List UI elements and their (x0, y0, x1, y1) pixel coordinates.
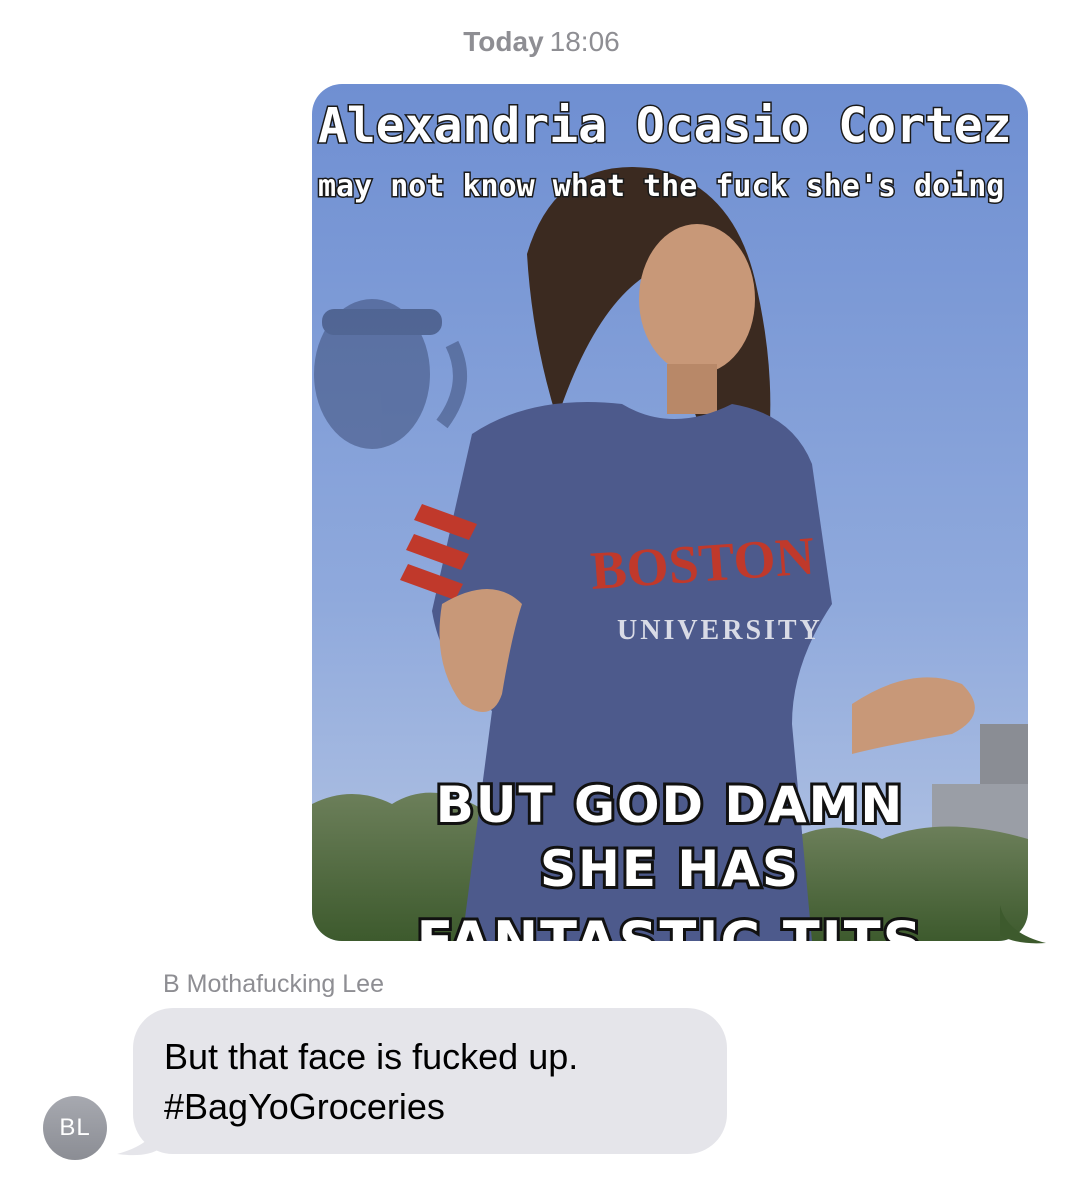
message-timestamp: Today 18:06 (0, 26, 1083, 58)
message-text-line2: #BagYoGroceries (164, 1086, 445, 1127)
shirt-text-line2: UNIVERSITY (617, 615, 823, 646)
sender-avatar[interactable]: BL (43, 1096, 107, 1160)
incoming-message-bubble[interactable]: But that face is fucked up. #BagYoGrocer… (133, 1008, 727, 1154)
meme-caption-top-line1: Alexandria Ocasio Cortez (318, 98, 1012, 154)
timestamp-day: Today (463, 26, 544, 57)
meme-caption-bottom-line3: FANTASTIC TITS (416, 910, 923, 941)
meme-caption-bottom-line1: BUT GOD DAMN (436, 776, 904, 834)
image-message[interactable]: BOSTON UNIVERSITY Alexandria Ocasio Cort… (312, 84, 1028, 941)
outgoing-bubble-tail (1000, 905, 1046, 944)
timestamp-time: 18:06 (549, 26, 620, 57)
message-text-line1: But that face is fucked up. (164, 1036, 579, 1077)
meme-caption-top-line2: may not know what the fuck she's doing (318, 169, 1004, 204)
sender-name: B Mothafucking Lee (163, 970, 384, 998)
meme-caption-bottom-line2: SHE HAS (540, 840, 800, 898)
meme-person-face (639, 224, 755, 374)
